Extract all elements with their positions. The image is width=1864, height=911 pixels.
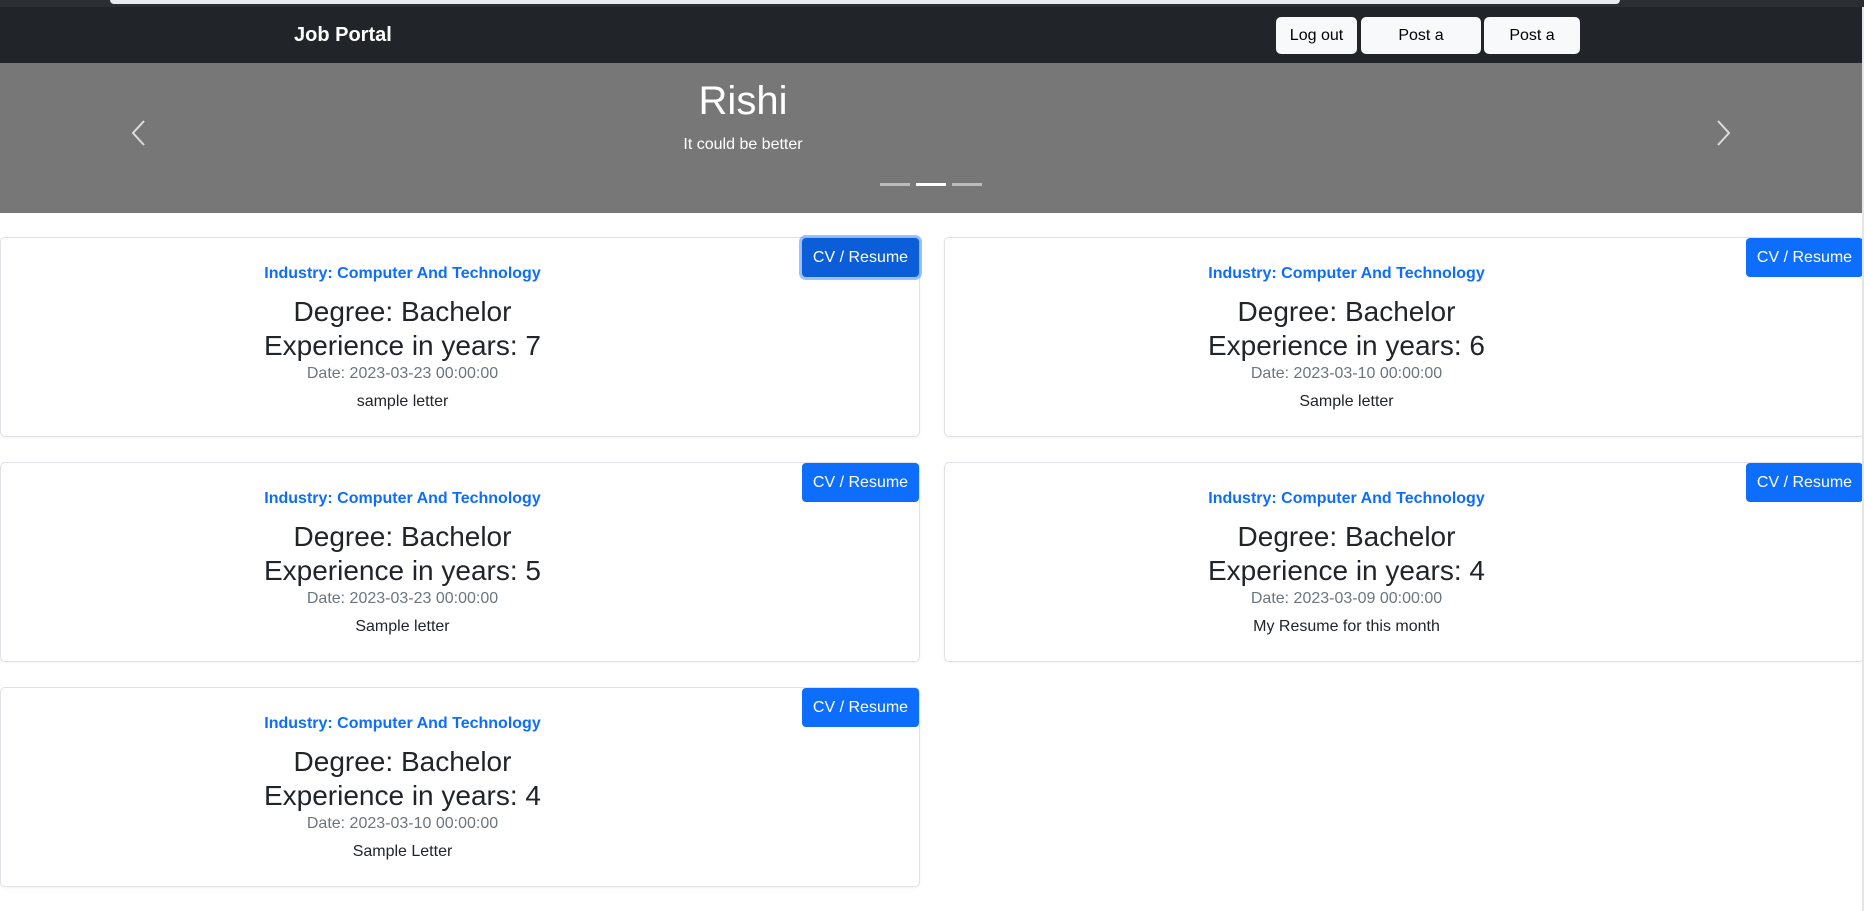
resume-card: CV / Resume Industry: Computer And Techn… xyxy=(0,462,920,662)
cover-letter-text: Sample letter xyxy=(355,618,450,635)
cv-resume-button[interactable]: CV / Resume xyxy=(1746,463,1863,502)
navbar: Job Portal Log out Post a review Post a … xyxy=(0,7,1864,79)
cover-letter-text: Sample letter xyxy=(1299,393,1394,410)
date-label: Date: 2023-03-09 00:00:00 xyxy=(1250,590,1443,607)
industry-label: Industry: Computer And Technology xyxy=(264,715,541,732)
industry-label: Industry: Computer And Technology xyxy=(264,490,541,507)
date-label: Date: 2023-03-10 00:00:00 xyxy=(1250,365,1443,382)
degree-label: Degree: Bachelor xyxy=(293,746,512,777)
chevron-left-icon xyxy=(131,120,145,146)
resume-card: CV / Resume Industry: Computer And Techn… xyxy=(0,237,920,437)
cover-letter-text: Sample Letter xyxy=(352,843,453,860)
carousel-next-button[interactable] xyxy=(1707,118,1737,148)
date-label: Date: 2023-03-23 00:00:00 xyxy=(306,365,499,382)
experience-label: Experience in years: 4 xyxy=(263,780,542,811)
resume-card: CV / Resume Industry: Computer And Techn… xyxy=(944,237,1864,437)
experience-label: Experience in years: 5 xyxy=(263,555,542,586)
carousel-indicator-1[interactable] xyxy=(880,183,910,186)
degree-label: Degree: Bachelor xyxy=(293,296,512,327)
browser-top-strip xyxy=(0,0,1864,7)
post-job-button[interactable]: Post a job xyxy=(1484,17,1580,79)
experience-label: Experience in years: 7 xyxy=(263,330,542,361)
carousel-indicator-3[interactable] xyxy=(952,183,982,186)
degree-label: Degree: Bachelor xyxy=(1237,521,1456,552)
degree-label: Degree: Bachelor xyxy=(1237,296,1456,327)
chevron-right-icon xyxy=(1717,120,1731,146)
date-label: Date: 2023-03-10 00:00:00 xyxy=(306,815,499,832)
resume-card: CV / Resume Industry: Computer And Techn… xyxy=(0,687,920,887)
industry-label: Industry: Computer And Technology xyxy=(264,265,541,282)
cv-resume-button[interactable]: CV / Resume xyxy=(802,688,919,727)
cv-resume-button[interactable]: CV / Resume xyxy=(802,463,919,502)
cover-letter-text: My Resume for this month xyxy=(1253,618,1440,635)
experience-label: Experience in years: 4 xyxy=(1207,555,1486,586)
logout-button[interactable]: Log out xyxy=(1276,17,1357,54)
post-review-button[interactable]: Post a review xyxy=(1361,17,1481,79)
date-label: Date: 2023-03-23 00:00:00 xyxy=(306,590,499,607)
brand-link[interactable]: Job Portal xyxy=(294,24,392,47)
industry-label: Industry: Computer And Technology xyxy=(1208,490,1485,507)
industry-label: Industry: Computer And Technology xyxy=(1208,265,1485,282)
address-bar-edge xyxy=(110,0,1620,4)
cv-resume-button[interactable]: CV / Resume xyxy=(1746,238,1863,277)
cv-resume-button[interactable]: CV / Resume xyxy=(802,238,919,277)
carousel-caption: It could be better xyxy=(683,136,803,153)
carousel-prev-button[interactable] xyxy=(125,118,155,148)
degree-label: Degree: Bachelor xyxy=(293,521,512,552)
cover-letter-text: sample letter xyxy=(356,393,449,410)
experience-label: Experience in years: 6 xyxy=(1207,330,1486,361)
review-carousel: Rishi It could be better xyxy=(0,63,1864,213)
carousel-indicator-2[interactable] xyxy=(916,183,946,186)
resume-card: CV / Resume Industry: Computer And Techn… xyxy=(944,462,1864,662)
carousel-title: Rishi xyxy=(698,79,788,123)
